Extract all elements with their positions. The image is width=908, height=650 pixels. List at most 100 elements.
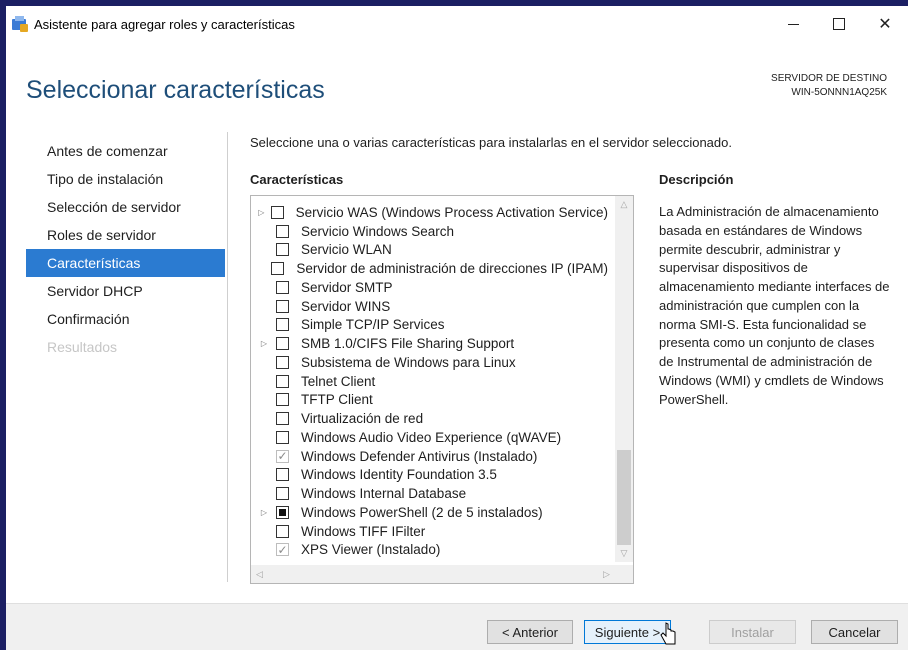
features-heading: Características [250, 172, 344, 187]
description-heading: Descripción [659, 172, 734, 187]
destination-server-name: WIN-5ONNN1AQ25K [791, 87, 887, 98]
feature-checkbox[interactable] [276, 337, 289, 351]
feature-checkbox[interactable] [276, 299, 289, 313]
nav-step[interactable]: Servidor DHCP [26, 277, 225, 305]
feature-label: SMB 1.0/CIFS File Sharing Support [301, 336, 515, 352]
feature-row[interactable]: TFTP Client [251, 391, 608, 410]
previous-button[interactable]: < Anterior [487, 620, 573, 644]
minimize-icon[interactable] [770, 6, 816, 42]
scrollbar-corner [615, 565, 633, 583]
feature-checkbox[interactable]: ✓ [276, 543, 289, 557]
next-button[interactable]: Siguiente > [584, 620, 671, 644]
feature-label: TFTP Client [301, 392, 373, 408]
window-title: Asistente para agregar roles y caracterí… [34, 16, 295, 32]
feature-checkbox[interactable] [276, 224, 289, 238]
feature-label: Telnet Client [301, 373, 376, 389]
scroll-up-icon[interactable]: △ [615, 196, 633, 213]
feature-checkbox[interactable] [276, 374, 289, 388]
feature-checkbox[interactable] [271, 262, 285, 276]
feature-row[interactable]: Virtualización de red [251, 409, 608, 428]
feature-row[interactable]: Servicio Windows Search [251, 222, 608, 241]
title-bar[interactable]: Asistente para agregar roles y caracterí… [6, 6, 908, 42]
feature-checkbox[interactable] [276, 468, 289, 482]
nav-step[interactable]: Confirmación [26, 305, 225, 333]
server-manager-icon [12, 16, 28, 32]
feature-checkbox[interactable] [276, 430, 289, 444]
wizard-window: Asistente para agregar roles y caracterí… [6, 6, 908, 650]
feature-row[interactable]: ✓ XPS Viewer (Instalado) [251, 541, 608, 560]
feature-label: XPS Viewer (Instalado) [301, 542, 441, 558]
feature-checkbox[interactable]: ✓ [276, 449, 289, 463]
feature-row[interactable]: Windows TIFF IFilter [251, 522, 608, 541]
feature-row[interactable]: Subsistema de Windows para Linux [251, 353, 608, 372]
wizard-steps-nav: Antes de comenzar Tipo de instalación Sele… [26, 137, 225, 361]
vertical-scrollbar[interactable]: △ ▽ [615, 196, 633, 562]
nav-step[interactable]: Selección de servidor [26, 193, 225, 221]
feature-row[interactable]: Servidor de administración de direccione… [251, 259, 608, 278]
page-title: Seleccionar características [26, 76, 325, 104]
feature-label: Subsistema de Windows para Linux [301, 354, 516, 370]
feature-label: Servicio WAS (Windows Process Activation… [295, 204, 608, 220]
nav-step[interactable]: Tipo de instalación [26, 165, 225, 193]
expand-arrow-icon[interactable]: ▷ [257, 208, 266, 217]
feature-row[interactable]: Windows Audio Video Experience (qWAVE) [251, 428, 608, 447]
features-list: ▷ Servicio WAS (Windows Process Activatio… [251, 203, 608, 559]
feature-row[interactable]: Servidor WINS [251, 297, 608, 316]
wizard-footer: < Anterior Siguiente > Instalar Cancelar [6, 603, 908, 650]
cancel-button[interactable]: Cancelar [811, 620, 898, 644]
destination-label: SERVIDOR DE DESTINO [771, 73, 887, 84]
feature-checkbox[interactable] [276, 505, 289, 519]
feature-label: Virtualización de red [301, 411, 424, 427]
feature-row[interactable]: Telnet Client [251, 372, 608, 391]
feature-checkbox[interactable] [276, 487, 289, 501]
expand-arrow-icon[interactable]: ▷ [257, 508, 271, 517]
feature-label: Servidor de administración de direccione… [296, 261, 608, 277]
scrollbar-thumb[interactable] [617, 450, 631, 545]
feature-label: Servidor SMTP [301, 279, 393, 295]
nav-step: Resultados [47, 339, 118, 355]
scroll-left-icon[interactable]: ◁ [251, 565, 268, 583]
feature-row[interactable]: Servicio WLAN [251, 241, 608, 260]
feature-checkbox[interactable] [276, 280, 289, 294]
feature-row[interactable]: ▷ Servicio WAS (Windows Process Activatio… [251, 203, 608, 222]
nav-step[interactable]: Antes de comenzar [26, 137, 225, 165]
feature-label: Simple TCP/IP Services [301, 317, 445, 333]
feature-label: Windows Identity Foundation 3.5 [301, 467, 497, 483]
feature-checkbox[interactable] [276, 412, 289, 426]
scroll-down-icon[interactable]: ▽ [615, 545, 633, 562]
feature-row[interactable]: Servidor SMTP [251, 278, 608, 297]
nav-divider [227, 132, 228, 582]
destination-server-info: SERVIDOR DE DESTINO WIN-5ONNN1AQ25K [771, 72, 887, 100]
maximize-icon[interactable] [816, 6, 862, 42]
feature-row[interactable]: ▷ Windows PowerShell (2 de 5 instalados) [251, 503, 608, 522]
feature-checkbox[interactable] [270, 205, 284, 219]
feature-label: Windows Audio Video Experience (qWAVE) [301, 429, 562, 445]
nav-step[interactable]: Características [26, 249, 225, 277]
expand-arrow-icon[interactable]: ▷ [257, 339, 271, 348]
feature-label: Servidor WINS [301, 298, 391, 314]
feature-label: Servicio WLAN [301, 242, 392, 258]
feature-row[interactable]: Windows Identity Foundation 3.5 [251, 466, 608, 485]
feature-row[interactable]: ▷ SMB 1.0/CIFS File Sharing Support [251, 334, 608, 353]
window-controls: ✕ [770, 6, 908, 42]
feature-checkbox[interactable] [276, 355, 289, 369]
feature-row[interactable]: Simple TCP/IP Services [251, 316, 608, 335]
install-button[interactable]: Instalar [709, 620, 796, 644]
feature-checkbox[interactable] [276, 524, 289, 538]
feature-checkbox[interactable] [276, 393, 289, 407]
feature-checkbox[interactable] [276, 243, 289, 257]
feature-checkbox[interactable] [276, 318, 289, 332]
feature-row[interactable]: Windows Internal Database [251, 484, 608, 503]
instructions-text: Seleccione una o varias características … [250, 135, 732, 150]
feature-label: Servicio Windows Search [301, 223, 455, 239]
nav-step[interactable]: Roles de servidor [26, 221, 225, 249]
horizontal-scrollbar[interactable]: ◁ ▷ [251, 565, 615, 583]
features-tree[interactable]: ▷ Servicio WAS (Windows Process Activatio… [250, 195, 634, 584]
close-icon[interactable]: ✕ [862, 6, 908, 42]
feature-label: Windows PowerShell (2 de 5 instalados) [301, 504, 543, 520]
scroll-right-icon[interactable]: ▷ [598, 565, 615, 583]
feature-description: La Administración de almacenamiento basa… [659, 204, 890, 407]
feature-row[interactable]: ✓ Windows Defender Antivirus (Instalado) [251, 447, 608, 466]
feature-label: Windows TIFF IFilter [301, 523, 426, 539]
feature-label: Windows Internal Database [301, 486, 467, 502]
